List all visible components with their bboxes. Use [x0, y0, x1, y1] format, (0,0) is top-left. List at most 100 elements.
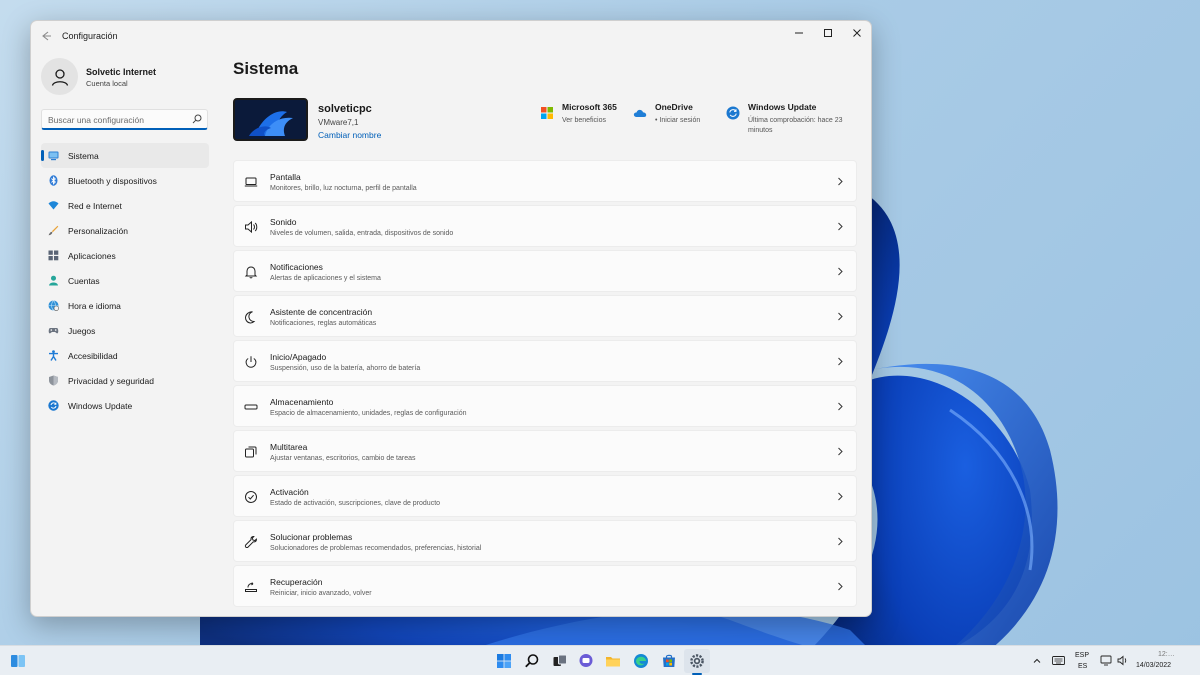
laptop-icon — [244, 177, 258, 187]
minimize-button[interactable] — [784, 21, 813, 45]
windows-start-icon[interactable] — [496, 653, 512, 669]
setting-title: Multitarea — [270, 442, 308, 452]
settings-row-activacion[interactable]: Activación Estado de activación, suscrip… — [233, 475, 857, 517]
back-arrow-icon[interactable] — [39, 29, 53, 43]
sidebar-item-privacidad[interactable]: Privacidad y seguridad — [41, 368, 209, 393]
setting-subtitle: Estado de activación, suscripciones, cla… — [270, 500, 441, 507]
volume-icon[interactable] — [1117, 655, 1129, 666]
settings-row-solucionar-problemas[interactable]: Solucionar problemas Solucionadores de p… — [233, 520, 857, 562]
brush-icon — [48, 225, 59, 236]
storage-icon — [244, 404, 258, 410]
keyboard-icon[interactable] — [1052, 655, 1065, 666]
settings-row-sonido[interactable]: Sonido Niveles de volumen, salida, entra… — [233, 205, 857, 247]
sidebar-item-windows-update[interactable]: Windows Update — [41, 393, 209, 418]
speaker-icon — [245, 220, 258, 234]
input-language-bottom[interactable]: ES — [1078, 663, 1087, 670]
network-icon[interactable] — [1100, 655, 1112, 666]
power-icon — [245, 356, 257, 368]
quick-link-title: Microsoft 365 — [562, 102, 617, 112]
window-controls — [784, 21, 871, 51]
check-circle-icon — [245, 491, 257, 503]
device-model: VMware7,1 — [318, 118, 359, 127]
chevron-right-icon — [838, 537, 843, 546]
chevron-right-icon — [838, 222, 843, 231]
search-box[interactable] — [41, 109, 208, 130]
gamepad-icon — [48, 328, 59, 334]
quick-link-windows-update[interactable]: Windows Update Última comprobación: hace… — [726, 102, 856, 140]
settings-row-multitarea[interactable]: Multitarea Ajustar ventanas, escritorios… — [233, 430, 857, 472]
search-icon[interactable] — [192, 114, 202, 124]
update-icon — [726, 106, 740, 120]
maximize-button[interactable] — [813, 21, 842, 45]
wrench-icon — [244, 535, 257, 549]
device-name: solveticpc — [318, 103, 372, 115]
close-icon — [852, 29, 861, 37]
chevron-up-icon[interactable] — [1032, 656, 1042, 666]
monitor-icon — [48, 151, 59, 161]
sidebar-nav: Sistema Bluetooth y dispositivos Red e I… — [41, 143, 209, 418]
setting-title: Solucionar problemas — [270, 532, 353, 542]
setting-subtitle: Monitores, brillo, luz nocturna, perfil … — [270, 185, 417, 192]
setting-subtitle: Espacio de almacenamiento, unidades, reg… — [270, 410, 467, 417]
sidebar-item-juegos[interactable]: Juegos — [41, 318, 209, 343]
minimize-icon — [794, 32, 803, 34]
apps-icon — [48, 250, 59, 261]
setting-subtitle: Alertas de aplicaciones y el sistema — [270, 275, 381, 282]
settings-row-asistente-concentracion[interactable]: Asistente de concentración Notificacione… — [233, 295, 857, 337]
sidebar-item-label: Cuentas — [68, 276, 100, 286]
search-icon[interactable] — [524, 653, 540, 669]
settings-row-recuperacion[interactable]: Recuperación Reiniciar, inicio avanzado,… — [233, 565, 857, 607]
setting-subtitle: Reiniciar, inicio avanzado, volver — [270, 590, 372, 597]
sidebar-item-hora-idioma[interactable]: Hora e idioma — [41, 293, 209, 318]
quick-link-subtitle: Última comprobación: hace 23 minutos — [748, 117, 843, 134]
sidebar-item-cuentas[interactable]: Cuentas — [41, 268, 209, 293]
update-icon — [48, 400, 59, 411]
sidebar-item-label: Privacidad y seguridad — [68, 376, 154, 386]
widgets-icon[interactable] — [10, 653, 26, 669]
file-explorer-icon[interactable] — [605, 653, 621, 669]
search-input[interactable] — [48, 113, 186, 126]
sidebar-item-aplicaciones[interactable]: Aplicaciones — [41, 243, 209, 268]
setting-title: Recuperación — [270, 577, 323, 587]
microsoft-store-icon[interactable] — [661, 653, 677, 669]
settings-row-notificaciones[interactable]: Notificaciones Alertas de aplicaciones y… — [233, 250, 857, 292]
recovery-icon — [245, 582, 257, 592]
sidebar-item-accesibilidad[interactable]: Accesibilidad — [41, 343, 209, 368]
settings-row-almacenamiento[interactable]: Almacenamiento Espacio de almacenamiento… — [233, 385, 857, 427]
settings-row-pantalla[interactable]: Pantalla Monitores, brillo, luz nocturna… — [233, 160, 857, 202]
setting-title: Notificaciones — [270, 262, 323, 272]
sidebar-item-sistema[interactable]: Sistema — [41, 143, 209, 168]
setting-subtitle: Niveles de volumen, salida, entrada, dis… — [270, 230, 454, 237]
settings-row-inicio-apagado[interactable]: Inicio/Apagado Suspensión, uso de la bat… — [233, 340, 857, 382]
sidebar-item-red[interactable]: Red e Internet — [41, 193, 209, 218]
quick-link-onedrive[interactable]: OneDrive • Iniciar sesión — [633, 102, 723, 132]
chevron-right-icon — [838, 357, 843, 366]
edge-browser-icon[interactable] — [633, 653, 649, 669]
maximize-icon — [823, 29, 832, 37]
settings-gear-icon[interactable] — [689, 653, 705, 669]
sidebar-item-label: Red e Internet — [68, 201, 122, 211]
page-title: Sistema — [233, 59, 299, 78]
sidebar-item-personalizacion[interactable]: Personalización — [41, 218, 209, 243]
chevron-right-icon — [838, 312, 843, 321]
close-button[interactable] — [842, 21, 871, 45]
setting-subtitle: Ajustar ventanas, escritorios, cambio de… — [270, 455, 416, 462]
setting-title: Inicio/Apagado — [270, 352, 327, 362]
sidebar-item-label: Aplicaciones — [68, 251, 116, 261]
clock-time[interactable]: 12:… — [1158, 651, 1175, 658]
sidebar-item-label: Windows Update — [68, 401, 133, 411]
sidebar-item-label: Sistema — [68, 151, 99, 161]
app-title: Configuración — [62, 31, 118, 41]
setting-title: Almacenamiento — [270, 397, 334, 407]
rename-device-link[interactable]: Cambiar nombre — [318, 130, 381, 140]
quick-link-microsoft-365[interactable]: Microsoft 365 Ver beneficios — [540, 102, 635, 132]
setting-title: Asistente de concentración — [270, 307, 373, 317]
chevron-right-icon — [838, 267, 843, 276]
chat-icon[interactable] — [578, 653, 594, 669]
input-language-top[interactable]: ESP — [1075, 652, 1089, 659]
sidebar-item-label: Hora e idioma — [68, 301, 121, 311]
sidebar-item-bluetooth[interactable]: Bluetooth y dispositivos — [41, 168, 209, 193]
clock-date[interactable]: 14/03/2022 — [1136, 662, 1171, 669]
task-view-icon[interactable] — [552, 653, 568, 669]
bell-icon — [244, 266, 258, 279]
